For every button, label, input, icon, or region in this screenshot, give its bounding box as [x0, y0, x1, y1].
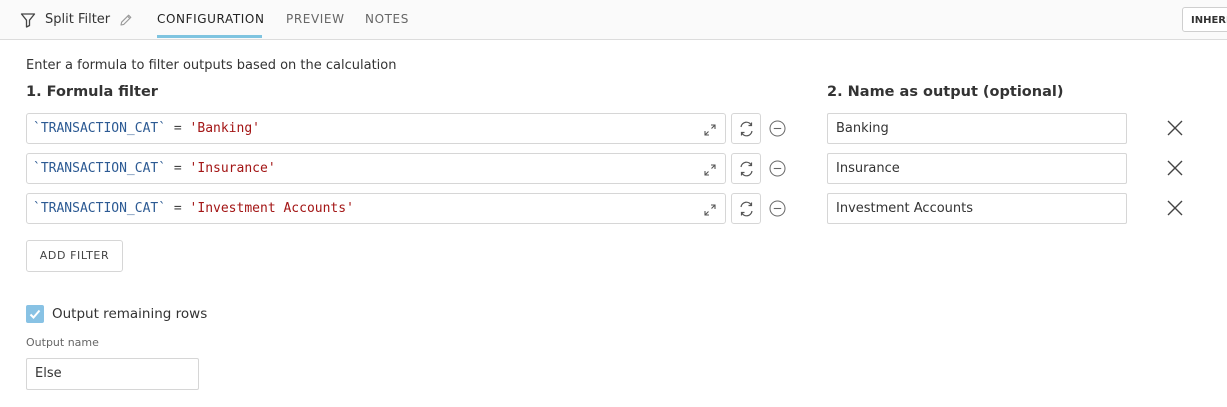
output-name-input[interactable]: Investment Accounts: [827, 193, 1127, 224]
minus-circle-icon[interactable]: [769, 120, 786, 141]
expand-icon[interactable]: [703, 162, 717, 181]
tab-preview[interactable]: PREVIEW: [286, 0, 345, 39]
formula-field: `TRANSACTION_CAT`: [33, 201, 167, 216]
formula-field: `TRANSACTION_CAT`: [33, 161, 167, 176]
page-title: Split Filter: [45, 12, 111, 27]
close-icon[interactable]: [1166, 119, 1184, 141]
swap-icon: [740, 161, 753, 177]
output-remaining-checkbox[interactable]: [26, 305, 44, 323]
formula-input[interactable]: `TRANSACTION_CAT` = 'Investment Accounts…: [26, 193, 726, 224]
output-name-label: Output name: [26, 336, 99, 349]
formula-text: `TRANSACTION_CAT` = 'Insurance': [33, 154, 276, 183]
output-name-input[interactable]: Banking: [827, 113, 1127, 144]
add-filter-button[interactable]: ADD FILTER: [26, 240, 123, 272]
formula-operator: =: [166, 201, 190, 216]
check-icon: [29, 309, 41, 319]
formula-operator: =: [166, 161, 190, 176]
tab-notes[interactable]: NOTES: [365, 0, 409, 39]
formula-value: 'Investment Accounts': [189, 201, 354, 216]
formula-input[interactable]: `TRANSACTION_CAT` = 'Banking': [26, 113, 726, 144]
swap-button[interactable]: [731, 113, 761, 144]
formula-text: `TRANSACTION_CAT` = 'Investment Accounts…: [33, 194, 354, 223]
top-bar: Split Filter CONFIGURATION PREVIEW NOTES…: [0, 0, 1227, 40]
else-output-name-input[interactable]: Else: [26, 358, 199, 390]
close-icon[interactable]: [1166, 199, 1184, 221]
expand-icon[interactable]: [703, 122, 717, 141]
formula-operator: =: [166, 121, 190, 136]
swap-icon: [740, 121, 753, 137]
swap-button[interactable]: [731, 193, 761, 224]
formula-input[interactable]: `TRANSACTION_CAT` = 'Insurance': [26, 153, 726, 184]
output-name-input[interactable]: Insurance: [827, 153, 1127, 184]
pencil-icon[interactable]: [119, 13, 133, 27]
minus-circle-icon[interactable]: [769, 200, 786, 221]
title-group: Split Filter: [20, 0, 133, 39]
formula-field: `TRANSACTION_CAT`: [33, 121, 167, 136]
close-icon[interactable]: [1166, 159, 1184, 181]
expand-icon[interactable]: [703, 202, 717, 221]
output-name-heading: 2. Name as output (optional): [827, 84, 1064, 100]
description-text: Enter a formula to filter outputs based …: [26, 58, 397, 73]
formula-text: `TRANSACTION_CAT` = 'Banking': [33, 114, 260, 143]
inherit-button[interactable]: INHERI: [1182, 7, 1227, 32]
swap-icon: [740, 201, 753, 217]
filter-icon: [20, 12, 36, 28]
formula-value: 'Insurance': [189, 161, 276, 176]
swap-button[interactable]: [731, 153, 761, 184]
output-remaining-label[interactable]: Output remaining rows: [52, 305, 207, 323]
tab-configuration[interactable]: CONFIGURATION: [157, 0, 265, 39]
active-tab-indicator: [157, 35, 262, 38]
formula-value: 'Banking': [189, 121, 260, 136]
minus-circle-icon[interactable]: [769, 160, 786, 181]
formula-filter-heading: 1. Formula filter: [26, 84, 158, 100]
